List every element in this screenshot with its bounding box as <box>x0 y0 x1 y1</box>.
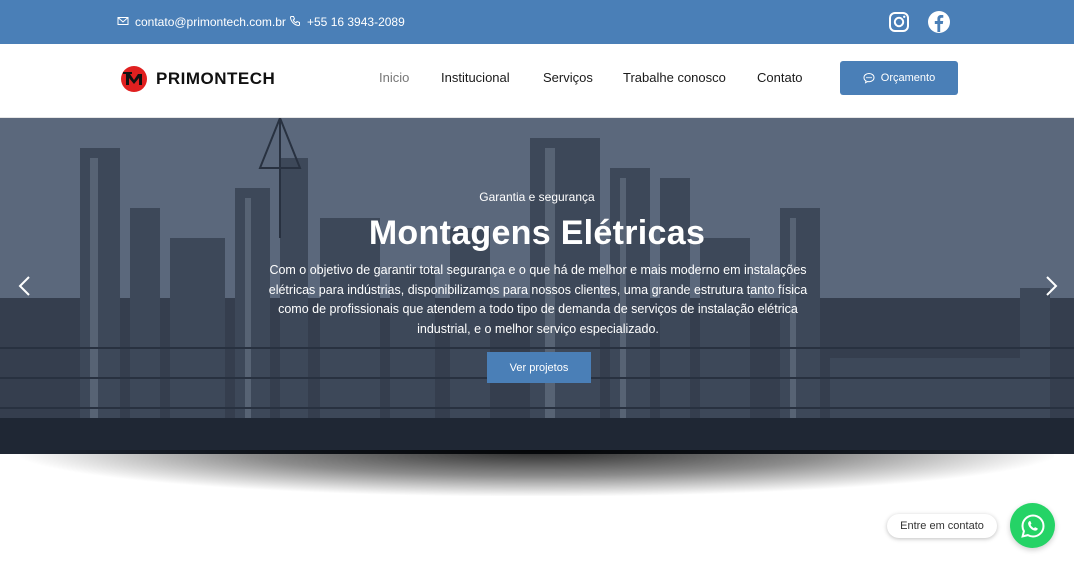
nav-item-trabalhe-conosco[interactable]: Trabalhe conosco <box>623 70 726 85</box>
nav-item-contato[interactable]: Contato <box>757 70 803 85</box>
view-projects-button[interactable]: Ver projetos <box>487 352 591 383</box>
phone-text: +55 16 3943-2089 <box>307 15 405 29</box>
phone-icon <box>289 15 301 30</box>
hero-description: Com o objetivo de garantir total seguran… <box>268 263 808 336</box>
whatsapp-button[interactable] <box>1010 503 1055 548</box>
nav-item-institucional[interactable]: Institucional <box>441 70 510 85</box>
contact-chat-bubble[interactable]: Entre em contato <box>887 514 997 538</box>
site-logo[interactable]: PRIMONTECH <box>120 65 275 93</box>
phone-contact[interactable]: +55 16 3943-2089 <box>289 0 405 44</box>
email-contact[interactable]: contato@primontech.com.br <box>117 0 286 44</box>
facebook-icon[interactable] <box>927 10 951 34</box>
chat-icon <box>863 72 875 84</box>
nav-item-inicio[interactable]: Inicio <box>379 70 409 85</box>
email-text: contato@primontech.com.br <box>135 15 286 29</box>
main-navbar: PRIMONTECH Inicio Institucional Serviços… <box>0 44 1074 118</box>
email-icon <box>117 15 129 30</box>
hero-subtitle: Garantia e segurança <box>479 190 595 204</box>
instagram-icon[interactable] <box>887 10 911 34</box>
hero-title: Montagens Elétricas <box>368 214 706 252</box>
hero-slider: Garantia e segurança Montagens Elétricas… <box>0 118 1074 454</box>
nav-item-servicos[interactable]: Serviços <box>543 70 593 85</box>
hero-bottom-shadow <box>20 450 1054 496</box>
quote-button[interactable]: Orçamento <box>840 61 958 95</box>
quote-button-label: Orçamento <box>880 72 936 84</box>
slider-prev-arrow-icon[interactable] <box>14 273 34 299</box>
logo-mark-icon <box>121 66 147 92</box>
logo-text: PRIMONTECH <box>156 69 276 88</box>
whatsapp-icon <box>1020 513 1045 538</box>
top-bar: contato@primontech.com.br +55 16 3943-20… <box>0 0 1074 44</box>
slider-next-arrow-icon[interactable] <box>1042 273 1062 299</box>
